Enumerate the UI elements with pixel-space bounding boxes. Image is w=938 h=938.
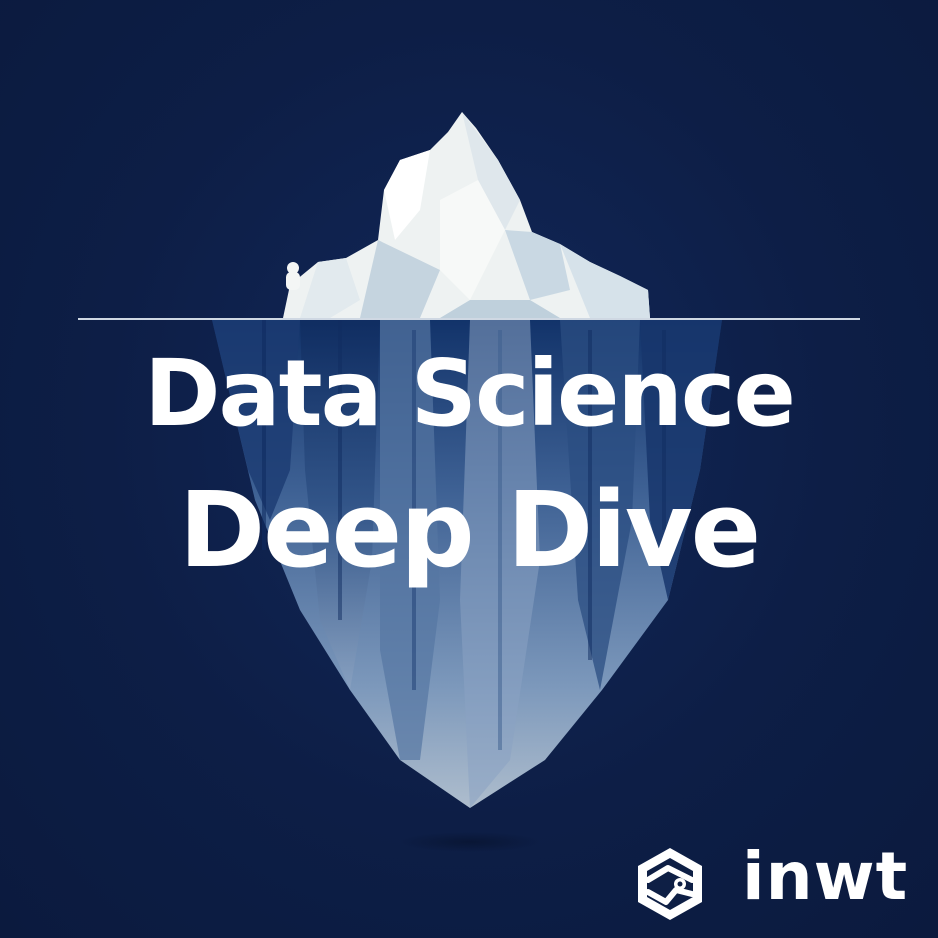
iceberg-shadow: [400, 832, 540, 852]
inwt-hexagon-logo-icon: [638, 848, 702, 920]
brand-logo: inwt: [630, 840, 930, 926]
title-line-2: Deep Dive: [178, 469, 761, 591]
title-line-1: Data Science: [144, 340, 796, 447]
iceberg-above-water: [283, 112, 650, 318]
cover-canvas: Data Science Deep Dive inwt: [0, 0, 938, 938]
brand-name: inwt: [742, 838, 909, 915]
